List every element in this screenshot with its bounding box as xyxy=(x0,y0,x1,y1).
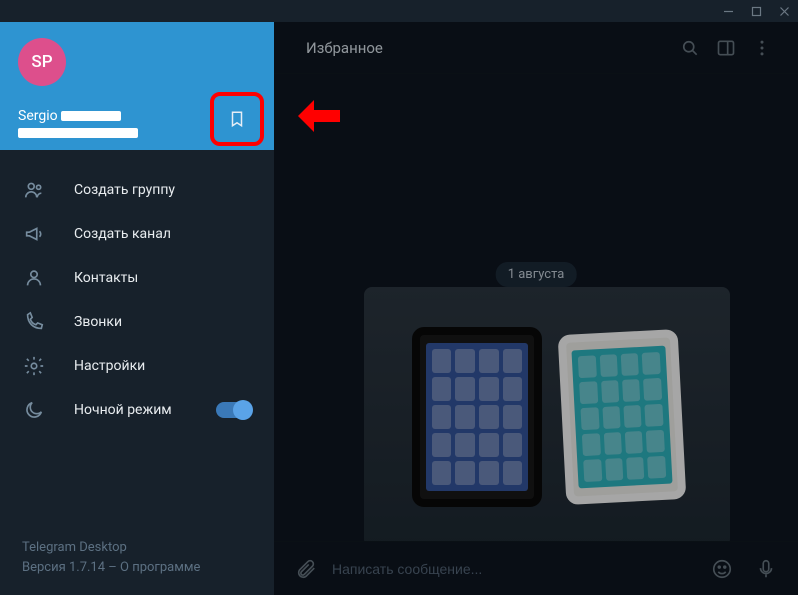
maximize-button[interactable] xyxy=(750,5,762,17)
message-input[interactable] xyxy=(332,561,696,577)
voice-button[interactable] xyxy=(748,551,784,587)
menu-item-label: Создать канал xyxy=(74,226,252,242)
moon-icon xyxy=(22,399,46,421)
more-button[interactable] xyxy=(744,38,780,58)
redacted-text xyxy=(18,128,138,138)
menu-item-label: Контакты xyxy=(74,270,252,286)
menu-settings[interactable]: Настройки xyxy=(0,344,274,388)
gear-icon xyxy=(22,355,46,377)
menu-new-group[interactable]: Создать группу xyxy=(0,168,274,212)
drawer-sidebar: SP Sergio Создать группу Создать xyxy=(0,22,274,595)
menu-new-channel[interactable]: Создать канал xyxy=(0,212,274,256)
version-line: Версия 1.7.14 – О программе xyxy=(22,558,252,578)
drawer-menu: Создать группу Создать канал Контакты Зв… xyxy=(0,150,274,524)
message-composer xyxy=(274,541,798,595)
menu-calls[interactable]: Звонки xyxy=(0,300,274,344)
person-icon xyxy=(22,267,46,289)
menu-item-label: Звонки xyxy=(74,314,252,330)
menu-item-label: Ночной режим xyxy=(74,402,216,418)
about-link[interactable]: О программе xyxy=(120,560,200,575)
megaphone-icon xyxy=(22,223,46,245)
attach-button[interactable] xyxy=(288,551,324,587)
emoji-button[interactable] xyxy=(704,551,740,587)
menu-night-mode[interactable]: Ночной режим xyxy=(0,388,274,432)
tablet-illustration xyxy=(412,327,542,507)
image-content xyxy=(364,287,730,541)
menu-item-label: Создать группу xyxy=(74,182,252,198)
chat-title[interactable]: Избранное xyxy=(292,39,672,57)
sidebar-toggle-button[interactable] xyxy=(708,38,744,58)
night-mode-toggle[interactable] xyxy=(216,402,252,418)
close-button[interactable] xyxy=(778,5,790,17)
drawer-footer: Telegram Desktop Версия 1.7.14 – О прогр… xyxy=(0,524,274,595)
menu-item-label: Настройки xyxy=(74,358,252,374)
chat-panel: Избранное 1 августа xyxy=(274,22,798,595)
chat-header: Избранное xyxy=(274,22,798,74)
menu-contacts[interactable]: Контакты xyxy=(0,256,274,300)
group-icon xyxy=(22,179,46,201)
search-button[interactable] xyxy=(672,38,708,58)
date-separator: 1 августа xyxy=(496,262,577,287)
minimize-button[interactable] xyxy=(722,5,734,17)
redacted-text xyxy=(61,111,121,121)
saved-messages-button[interactable] xyxy=(220,102,254,136)
chat-messages[interactable]: 1 августа xyxy=(274,74,798,541)
profile-header[interactable]: SP Sergio xyxy=(0,22,274,150)
message-image[interactable] xyxy=(364,287,730,541)
app-brand: Telegram Desktop xyxy=(22,538,252,558)
phone-icon xyxy=(22,311,46,333)
tablet-illustration xyxy=(558,329,687,505)
window-titlebar xyxy=(0,0,798,22)
avatar: SP xyxy=(18,38,66,86)
